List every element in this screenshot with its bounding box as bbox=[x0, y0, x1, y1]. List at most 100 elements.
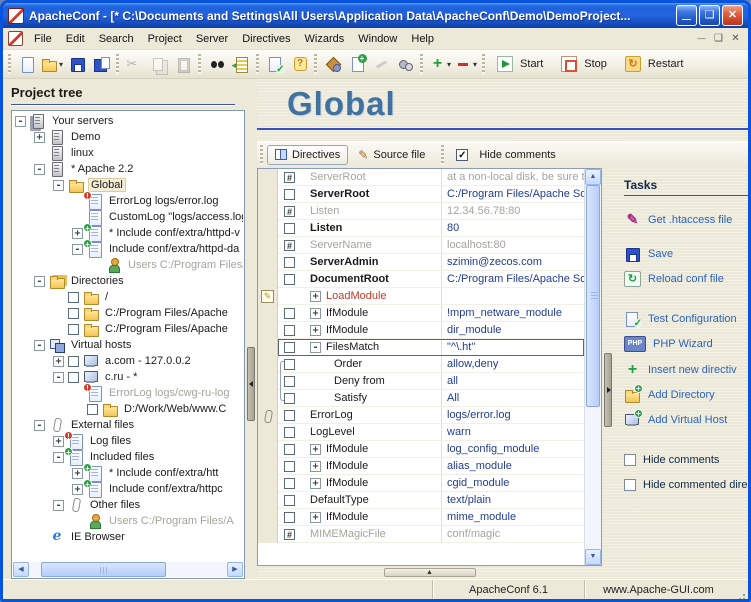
modules-button[interactable] bbox=[321, 53, 345, 76]
tree-item-linux[interactable]: linux bbox=[13, 145, 243, 161]
table-scrollbar-thumb[interactable] bbox=[586, 185, 600, 407]
tree-toggle-collapse-icon[interactable]: - bbox=[15, 116, 26, 127]
directive-row-mimemagicfile[interactable]: #MIMEMagicFileconf/magic bbox=[258, 526, 584, 543]
tree-item-external-files[interactable]: -External files bbox=[13, 417, 243, 433]
directive-row-ifmodule[interactable]: +IfModulemime_module bbox=[258, 509, 584, 526]
directive-row-ifmodule[interactable]: +IfModulealias_module bbox=[258, 458, 584, 475]
tree-item-d-work-web-www-c[interactable]: D:/Work/Web/www.C bbox=[13, 401, 243, 417]
tree-item-users-c-program-files-a[interactable]: Users C:/Program Files/A bbox=[13, 513, 243, 529]
comment-checkbox[interactable] bbox=[284, 308, 295, 319]
tree-toggle-expand-icon[interactable]: + bbox=[72, 228, 83, 239]
gears-button[interactable] bbox=[393, 53, 417, 76]
tree-toggle-collapse-icon[interactable]: - bbox=[72, 244, 83, 255]
menu-window[interactable]: Window bbox=[351, 30, 404, 48]
menu-server[interactable]: Server bbox=[189, 30, 235, 48]
scroll-right-icon[interactable]: ▶ bbox=[227, 562, 243, 577]
tree-item-global[interactable]: -Global bbox=[13, 177, 243, 193]
tree-item-checkbox[interactable] bbox=[68, 308, 79, 319]
start-button[interactable]: Start bbox=[489, 53, 553, 76]
directive-row-defaulttype[interactable]: DefaultTypetext/plain bbox=[258, 492, 584, 509]
goto-button[interactable] bbox=[229, 53, 253, 76]
tree-toggle-expand-icon[interactable]: + bbox=[72, 484, 83, 495]
tree-item-checkbox[interactable] bbox=[68, 292, 79, 303]
expand-icon[interactable]: + bbox=[310, 325, 321, 336]
checked-checkbox-icon[interactable]: ✓ bbox=[456, 149, 468, 161]
tree-toggle-expand-icon[interactable]: + bbox=[53, 356, 64, 367]
minimize-button[interactable] bbox=[676, 5, 697, 26]
directive-row-servername[interactable]: #ServerNamelocalhost:80 bbox=[258, 237, 584, 254]
directive-row-satisfy[interactable]: SatisfyAll bbox=[258, 390, 584, 407]
directive-row-ifmodule[interactable]: +IfModuledir_module bbox=[258, 322, 584, 339]
splitter-collapse-handle[interactable] bbox=[247, 347, 255, 421]
directive-row-order[interactable]: Orderallow,deny bbox=[258, 356, 584, 373]
tree-item-included-files[interactable]: -+Included files bbox=[13, 449, 243, 465]
collapse-icon[interactable]: - bbox=[310, 342, 321, 353]
tree-toggle-collapse-icon[interactable]: - bbox=[34, 164, 45, 175]
directive-row-serverroot[interactable]: #ServerRootat a non-local disk, be sure … bbox=[258, 169, 584, 186]
directive-row-serveradmin[interactable]: ServerAdminszimin@zecos.com bbox=[258, 254, 584, 271]
tree-item-include-conf-extra-httpd-v[interactable]: ++* Include conf/extra/httpd-v bbox=[13, 225, 243, 241]
comment-checkbox[interactable] bbox=[284, 410, 295, 421]
find-button[interactable] bbox=[205, 53, 229, 76]
mdi-minimize-button[interactable] bbox=[693, 33, 710, 44]
tree-horizontal-scrollbar[interactable]: ◀ ▶ bbox=[13, 562, 243, 577]
menu-wizards[interactable]: Wizards bbox=[298, 30, 352, 48]
tab-directives[interactable]: Directives bbox=[267, 145, 348, 165]
tree-item-directories[interactable]: -Directories bbox=[13, 273, 243, 289]
close-button[interactable] bbox=[722, 5, 743, 26]
directive-row-deny-from[interactable]: Deny fromall bbox=[258, 373, 584, 390]
expand-icon[interactable]: + bbox=[310, 512, 321, 523]
scroll-left-icon[interactable]: ◀ bbox=[13, 562, 29, 577]
tree-toggle-expand-icon[interactable]: + bbox=[72, 468, 83, 479]
tree-toggle-collapse-icon[interactable]: - bbox=[53, 452, 64, 463]
remove-button[interactable]: ▾ bbox=[453, 53, 479, 76]
add-doc-button[interactable] bbox=[345, 53, 369, 76]
open-file-button[interactable]: ▾ bbox=[39, 53, 65, 76]
mdi-restore-button[interactable] bbox=[710, 33, 727, 44]
tree-item-checkbox[interactable] bbox=[68, 356, 79, 367]
expand-icon[interactable]: + bbox=[310, 291, 321, 302]
directive-row-serverroot[interactable]: ServerRootC:/Program Files/Apache Soft bbox=[258, 186, 584, 203]
menu-edit[interactable]: Edit bbox=[59, 30, 92, 48]
tree-toggle-collapse-icon[interactable]: - bbox=[53, 372, 64, 383]
task-test-configuration[interactable]: Test Configuration bbox=[624, 311, 748, 327]
expand-icon[interactable]: + bbox=[310, 308, 321, 319]
menu-help[interactable]: Help bbox=[404, 30, 441, 48]
tab-source-file[interactable]: Source file bbox=[350, 144, 433, 166]
comment-checkbox[interactable] bbox=[284, 512, 295, 523]
new-file-button[interactable] bbox=[15, 53, 39, 76]
directive-row-loglevel[interactable]: LogLevelwarn bbox=[258, 424, 584, 441]
comment-checkbox[interactable] bbox=[284, 359, 295, 370]
task-add-directory[interactable]: +Add Directory bbox=[624, 387, 748, 403]
comment-checkbox[interactable] bbox=[284, 274, 295, 285]
tree-item-c-ru[interactable]: -c.ru - * bbox=[13, 369, 243, 385]
comment-checkbox[interactable] bbox=[284, 444, 295, 455]
tree-item-checkbox[interactable] bbox=[68, 372, 79, 383]
checkbox-icon[interactable] bbox=[624, 454, 636, 466]
checkbox-icon[interactable] bbox=[624, 479, 636, 491]
task-php-wizard[interactable]: PHPPHP Wizard bbox=[624, 336, 748, 352]
directive-row-ifmodule[interactable]: +IfModule!mpm_netware_module bbox=[258, 305, 584, 322]
help-button[interactable] bbox=[287, 53, 311, 76]
comment-checkbox[interactable] bbox=[284, 325, 295, 336]
tree-item-a-com-127-0-0-2[interactable]: +a.com - 127.0.0.2 bbox=[13, 353, 243, 369]
task-save[interactable]: Save bbox=[624, 246, 748, 262]
comment-checkbox[interactable] bbox=[284, 257, 295, 268]
directive-row-errorlog[interactable]: ErrorLoglogs/error.log bbox=[258, 407, 584, 424]
tree-item-item[interactable]: / bbox=[13, 289, 243, 305]
directive-row-documentroot[interactable]: DocumentRootC:/Program Files/Apache Soft bbox=[258, 271, 584, 288]
commented-checkbox[interactable]: # bbox=[284, 172, 295, 183]
hide-comments-toggle[interactable]: ✓ Hide comments bbox=[448, 145, 563, 165]
tree-item-checkbox[interactable] bbox=[68, 324, 79, 335]
tree-toggle-expand-icon[interactable]: + bbox=[34, 132, 45, 143]
commented-checkbox[interactable]: # bbox=[284, 240, 295, 251]
task-checkbox-hide-commented-direct[interactable]: Hide commented direct bbox=[624, 479, 748, 491]
menu-search[interactable]: Search bbox=[92, 30, 141, 48]
tree-item-include-conf-extra-httpd-da[interactable]: -+Include conf/extra/httpd-da bbox=[13, 241, 243, 257]
collapse-panel-button[interactable]: ▲ bbox=[384, 568, 476, 577]
directive-row-listen[interactable]: Listen80 bbox=[258, 220, 584, 237]
comment-checkbox[interactable] bbox=[284, 461, 295, 472]
tree-item-your-servers[interactable]: -Your servers bbox=[13, 113, 243, 129]
tree-item-errorlog-logs-error-log[interactable]: !ErrorLog logs/error.log bbox=[13, 193, 243, 209]
tree-item-include-conf-extra-httpc[interactable]: ++Include conf/extra/httpc bbox=[13, 481, 243, 497]
